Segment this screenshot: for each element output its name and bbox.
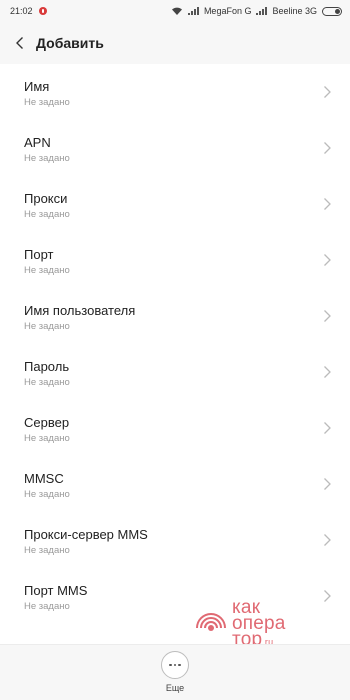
status-bar: 21:02 MegaFon G Beeline 3G [0, 0, 350, 22]
chevron-right-icon [324, 86, 331, 98]
bottom-bar: Еще [0, 644, 350, 700]
field-value: Не задано [24, 264, 70, 276]
list-item[interactable]: Имя Не задано [0, 64, 350, 120]
chevron-right-icon [324, 534, 331, 546]
list-item[interactable]: Порт MMS Не задано [0, 568, 350, 624]
field-label: Имя пользователя [24, 302, 136, 318]
list-item-text: Прокси Не задано [24, 188, 322, 221]
list-item-text: Пароль Не задано [24, 356, 322, 389]
chevron-right-icon [324, 366, 331, 378]
field-label: Прокси [24, 190, 68, 206]
list-item[interactable]: Прокси-сервер MMS Не задано [0, 512, 350, 568]
list-item-text: Имя пользователя Не задано [24, 300, 322, 333]
list-item-text: Сервер Не задано [24, 412, 322, 445]
field-label: Сервер [24, 414, 70, 430]
chevron-right-icon [324, 310, 331, 322]
status-right: MegaFon G Beeline 3G [171, 6, 342, 16]
list-item[interactable]: MCC [0, 624, 350, 644]
chevron-right-icon [324, 478, 331, 490]
list-item[interactable]: Сервер Не задано [0, 400, 350, 456]
chevron-right-icon [324, 254, 331, 266]
status-time: 21:02 [10, 6, 33, 16]
field-value: Не задано [24, 208, 70, 220]
chevron-right-icon [324, 590, 331, 602]
list-item-text: MMSC Не задано [24, 468, 322, 501]
field-label: MMSC [24, 470, 64, 486]
list-item-text: Имя Не задано [24, 76, 322, 109]
chevron-right-icon [324, 198, 331, 210]
field-value: Не задано [24, 96, 70, 108]
list-item-text: APN Не задано [24, 132, 322, 165]
list-item-text: Порт Не задано [24, 244, 322, 277]
chevron-right-icon [324, 142, 331, 154]
status-left: 21:02 [10, 6, 47, 16]
list-item[interactable]: APN Не задано [0, 120, 350, 176]
list-item[interactable]: MMSC Не задано [0, 456, 350, 512]
wifi-icon [171, 7, 182, 15]
field-label: Порт MMS [24, 582, 88, 598]
more-dots-icon [169, 663, 172, 667]
signal-icon [256, 7, 268, 15]
field-value: Не задано [24, 488, 70, 500]
notification-icon [38, 7, 47, 15]
page-title: Добавить [36, 35, 104, 51]
field-value: Не задано [24, 432, 70, 444]
battery-icon [322, 6, 342, 16]
list-item-text: Прокси-сервер MMS Не задано [24, 524, 322, 557]
carrier1-label: MegaFon G [203, 6, 252, 16]
more-label: Еще [165, 683, 185, 693]
carrier2-label: Beeline 3G [272, 6, 317, 16]
list-item-text: Порт MMS Не задано [24, 580, 322, 613]
field-label: Прокси-сервер MMS [24, 526, 148, 542]
field-label: Порт [24, 246, 54, 262]
chevron-right-icon [324, 422, 331, 434]
field-value: Не задано [24, 600, 70, 612]
list-item[interactable]: Порт Не задано [0, 232, 350, 288]
list-item[interactable]: Прокси Не задано [0, 176, 350, 232]
header: Добавить [0, 22, 350, 64]
field-value: Не задано [24, 544, 70, 556]
field-value: Не задано [24, 320, 70, 332]
signal-icon [187, 7, 199, 15]
field-label: Имя [24, 78, 50, 94]
field-label: APN [24, 134, 51, 150]
list-item[interactable]: Имя пользователя Не задано [0, 288, 350, 344]
field-value: Не задано [24, 152, 70, 164]
field-label: Пароль [24, 358, 70, 374]
chevron-left-icon[interactable] [10, 33, 30, 53]
list-item[interactable]: Пароль Не задано [0, 344, 350, 400]
more-button[interactable] [161, 651, 189, 679]
field-value: Не задано [24, 376, 70, 388]
apn-settings-list: Имя Не задано APN Не задано Прокси Не задано П… [0, 64, 350, 644]
